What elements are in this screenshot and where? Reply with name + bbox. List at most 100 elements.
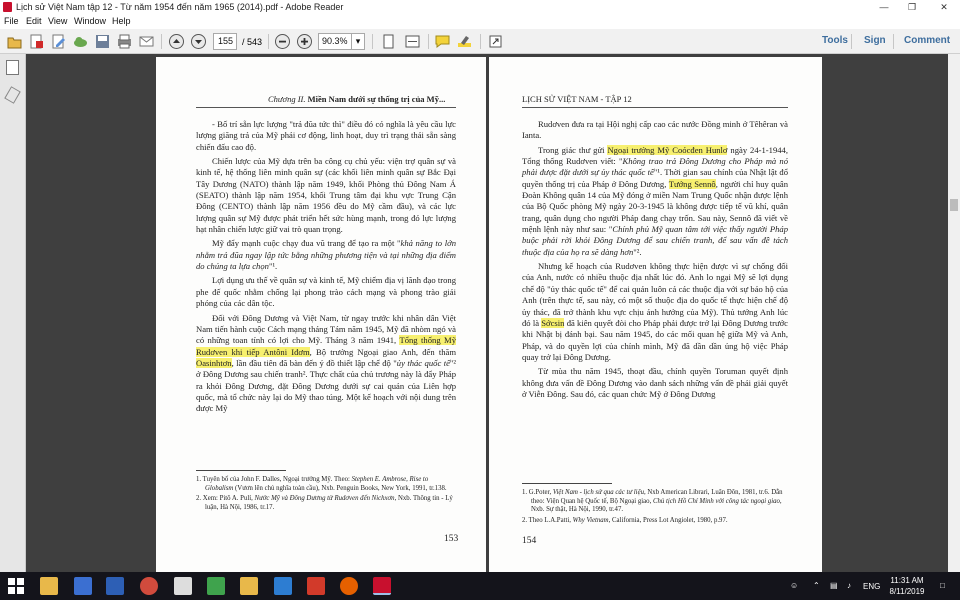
highlighted-text: Ngoại trưởng Mỹ Coócđen Hunlơ <box>607 144 728 155</box>
text-run: "². <box>633 246 642 257</box>
window-icon[interactable] <box>174 577 192 595</box>
adobe-reader-taskbar-icon[interactable] <box>373 577 391 595</box>
comment-icon[interactable] <box>434 33 451 50</box>
network-icon[interactable]: ▤ <box>830 581 838 590</box>
previous-page-icon[interactable] <box>168 33 185 50</box>
highlight-icon[interactable] <box>456 33 473 50</box>
text-run: Trong giác thư gửi <box>538 144 608 155</box>
comment-link[interactable]: Comment <box>904 35 950 46</box>
zoom-input[interactable]: 90.3% <box>318 33 352 50</box>
text-run: Chủ tịch Hồ Chí Minh với công tác ngoại … <box>652 497 780 505</box>
terminal-icon[interactable] <box>106 577 124 595</box>
tools-link[interactable]: Tools <box>822 35 848 46</box>
edit-icon[interactable] <box>50 33 67 50</box>
text-run: Việt Nam - lịch sử qua các tư liệu <box>552 489 644 496</box>
sign-link[interactable]: Sign <box>864 35 886 46</box>
fit-width-icon[interactable] <box>404 33 421 50</box>
text-run: - Bố trí sẵn lực lượng "trả đũa tức thì"… <box>196 119 456 152</box>
zoom-in-icon[interactable] <box>296 33 313 50</box>
pdf-app-icon[interactable] <box>307 577 325 595</box>
running-head: Chương II. Miền Nam dưới sự thống trị củ… <box>268 94 446 104</box>
minimize-button[interactable]: — <box>870 0 898 14</box>
close-button[interactable]: ✕ <box>930 0 958 14</box>
email-icon[interactable] <box>138 33 155 50</box>
menu-view[interactable]: View <box>48 16 67 26</box>
document-area[interactable]: Chương II. Miền Nam dưới sự thống trị củ… <box>26 54 948 572</box>
text-run: , California, Press Lot Angiolet, 1980, … <box>608 517 728 525</box>
page-number: 153 <box>444 534 459 544</box>
clock-date[interactable]: 8/11/2019 <box>885 587 929 596</box>
highlighted-text: Oasinhtơn <box>196 357 232 368</box>
app-icon[interactable] <box>140 577 158 595</box>
footnote: 1. G.Poter, Việt Nam - lịch sử qua các t… <box>522 489 788 515</box>
zoom-dropdown-icon[interactable]: ▾ <box>351 33 365 50</box>
paragraph: Rudơven đưa ra tại Hội nghị cấp cao các … <box>522 119 788 142</box>
text-run: Chiến lược của Mỹ dựa trên ba công cụ ch… <box>196 156 456 235</box>
text-run: ủy thác quốc tế <box>396 357 450 368</box>
fit-page-icon[interactable] <box>380 33 397 50</box>
paragraph: Chiến lược của Mỹ dựa trên ba công cụ ch… <box>196 156 456 235</box>
paragraph: Lợi dụng ưu thế về quân sự và kinh tế, M… <box>196 275 456 309</box>
paragraph: Từ mùa thu năm 1945, thoạt đầu, chính qu… <box>522 366 788 400</box>
menu-window[interactable]: Window <box>74 16 106 26</box>
running-head: LỊCH SỬ VIỆT NAM - TẬP 12 <box>522 94 632 104</box>
taskbar: ☺ ⌃ ▤ ♪ ENG 11:31 AM 8/11/2019 □ <box>0 572 960 600</box>
text-run: Why Vietnam <box>572 517 609 525</box>
tray-chevron-icon[interactable]: ⌃ <box>813 581 820 590</box>
navigation-sidebar <box>0 54 26 572</box>
word-icon[interactable] <box>274 577 292 595</box>
paragraph: Đối với Đông Dương và Việt Nam, từ ngay … <box>196 313 456 415</box>
next-page-icon[interactable] <box>190 33 207 50</box>
menu-help[interactable]: Help <box>112 16 131 26</box>
adobe-reader-icon <box>3 2 12 12</box>
window-title: Lịch sử Việt Nam tập 12 - Từ năm 1954 đế… <box>16 2 344 12</box>
save-icon[interactable] <box>94 33 111 50</box>
cloud-icon[interactable] <box>72 33 89 50</box>
footnote: 1. Tuyên bố của John F. Dalles, Ngoại tr… <box>196 476 456 493</box>
text-run: Rudơven đưa ra tại Hội nghị cấp cao các … <box>522 119 788 141</box>
language-indicator[interactable]: ENG <box>863 582 880 591</box>
text-run: Lợi dụng ưu thế về quân sự và kinh tế, M… <box>196 275 456 309</box>
menu-edit[interactable]: Edit <box>26 16 42 26</box>
full-screen-icon[interactable] <box>487 33 504 50</box>
open-icon[interactable] <box>6 33 23 50</box>
text-run: , lần đầu tiên đã bàn đến ý đồ thiết lập… <box>231 357 397 368</box>
notifications-icon[interactable]: □ <box>940 581 945 590</box>
windows-start-icon[interactable] <box>8 578 24 594</box>
page-body: Rudơven đưa ra tại Hội nghị cấp cao các … <box>522 119 788 403</box>
create-pdf-icon[interactable] <box>28 33 45 50</box>
text-run: "¹. <box>268 261 278 272</box>
greenshot-icon[interactable] <box>207 577 225 595</box>
text-run: (Vươn lên chủ nghĩa toàn cầu), Nxb. Peng… <box>233 484 447 492</box>
text-run: 1. Tuyên bố của John F. Dalles, Ngoại tr… <box>196 476 352 483</box>
menu-file[interactable]: File <box>4 16 19 26</box>
restore-button[interactable]: ❐ <box>898 0 926 14</box>
folder-icon[interactable] <box>240 577 258 595</box>
footnotes: 1. Tuyên bố của John F. Dalles, Ngoại tr… <box>196 476 456 515</box>
store-icon[interactable] <box>74 577 92 595</box>
file-explorer-icon[interactable] <box>40 577 58 595</box>
firefox-icon[interactable] <box>340 577 358 595</box>
text-run: Nước Mỹ và Đông Dương từ Rudơven đến Nic… <box>254 495 395 503</box>
paragraph: Trong giác thư gửi Ngoại trưởng Mỹ Coócđ… <box>522 144 788 258</box>
page-153: Chương II. Miền Nam dưới sự thống trị củ… <box>156 57 486 572</box>
vertical-scrollbar[interactable] <box>948 54 960 572</box>
print-icon[interactable] <box>116 33 133 50</box>
toolbar: 155 / 543 90.3% ▾ Tools Sign Comment <box>0 29 960 54</box>
highlighted-text: Sớcsin <box>541 317 565 328</box>
page-number-input[interactable]: 155 <box>213 33 237 50</box>
attachments-icon[interactable] <box>4 86 21 104</box>
scroll-thumb[interactable] <box>950 199 958 211</box>
clock-time[interactable]: 11:31 AM <box>885 576 929 585</box>
paragraph: Nhưng kế hoạch của Rudơven không thực hi… <box>522 261 788 363</box>
page-number: 154 <box>522 536 537 546</box>
volume-icon[interactable]: ♪ <box>847 581 851 590</box>
footnote: 2. Theo L.A.Patti, Why Vietnam, Californ… <box>522 517 788 526</box>
text-run: Mỹ đẩy mạnh cuộc chạy đua vũ trang để tạ… <box>212 238 401 249</box>
page-total: / 543 <box>242 37 263 47</box>
footnote: 2. Xem: Pitô A. Pulí, Nước Mỹ và Đông Dư… <box>196 495 456 512</box>
zoom-out-icon[interactable] <box>274 33 291 50</box>
pages-panel-icon[interactable] <box>6 60 19 75</box>
text-run: 2. Xem: Pitô A. Pulí, <box>196 495 255 503</box>
people-icon[interactable]: ☺ <box>790 581 798 590</box>
